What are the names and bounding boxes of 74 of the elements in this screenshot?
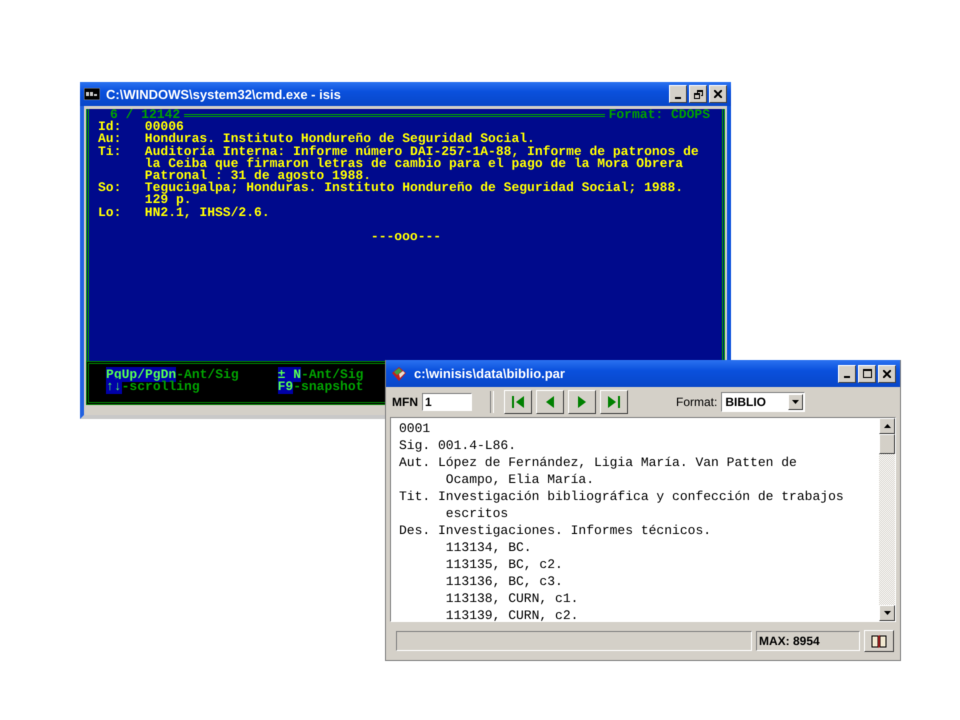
field-value: Honduras. Instituto Hondureño de Seguridad Social.: [144, 133, 535, 146]
close-icon: [714, 90, 722, 98]
field-tag: Sig.: [399, 437, 438, 454]
field-value: la Ceiba que firmaron letras de cambio para el pago de la Mora Obrera: [144, 158, 684, 170]
field-value: 001.4-L86.: [438, 437, 516, 454]
minimize-button[interactable]: [669, 85, 687, 103]
format-label: Format: CDOPS: [608, 109, 710, 122]
app-icon: [390, 364, 408, 382]
shortcut-action: -snapshot: [293, 379, 364, 394]
field-tag: Des.: [399, 522, 438, 539]
field-value: 113139, CURN, c2.: [446, 607, 578, 621]
book-icon: [871, 634, 887, 648]
field-value: Tegucigalpa; Honduras. Instituto Hondureño de Seguridad Social; 1988.: [144, 182, 684, 194]
book-button[interactable]: [864, 630, 894, 652]
field-value: 113136, BC, c3.: [446, 573, 563, 590]
maximize-button[interactable]: [858, 364, 876, 382]
shortcut-key: PgUp/PgDn: [106, 367, 176, 382]
window-title: c:\winisis\data\biblio.par: [414, 366, 566, 381]
minimize-icon: [675, 96, 681, 98]
arrow-down-icon: [884, 611, 890, 615]
arrow-up-icon: [884, 424, 890, 428]
field-value: 113134, BC.: [446, 539, 532, 556]
format-dropdown[interactable]: BIBLIO: [721, 392, 806, 412]
field-value: 129 p.: [144, 194, 192, 207]
field-value: 113135, BC, c2.: [446, 556, 563, 573]
restore-button[interactable]: [689, 85, 707, 103]
shortcut-key: F9: [278, 379, 294, 394]
field-tag: Ti:: [98, 146, 145, 158]
scroll-thumb[interactable]: [879, 434, 895, 454]
skip-back-icon: [511, 395, 525, 409]
field-value: 00006: [144, 121, 184, 134]
triangle-left-icon: [545, 395, 555, 409]
close-icon: [883, 370, 891, 378]
restore-icon: [694, 90, 702, 98]
console-icon: [84, 88, 100, 100]
field-tag: Aut.: [399, 454, 438, 471]
field-tag: Lo:: [98, 206, 145, 219]
triangle-right-icon: [577, 395, 587, 409]
field-value: Investigación bibliográfica y confección de trabajos: [438, 488, 844, 505]
field-value: Ocampo, Elia María.: [446, 471, 594, 488]
maximize-icon: [862, 369, 872, 378]
first-record-button[interactable]: [504, 390, 532, 414]
field-value: Auditoría Interna: Informe número DAI-257-1A-88, Informe de patronos de: [144, 146, 699, 158]
field-tag: So:: [98, 182, 145, 194]
shortcut-action: -Ant/Sig: [176, 367, 239, 382]
skip-forward-icon: [607, 395, 621, 409]
window-title: C:\WINDOWS\system32\cmd.exe - isis: [106, 86, 342, 102]
close-button[interactable]: [878, 364, 896, 382]
field-tag: Tit.: [399, 488, 438, 505]
max-records-label: MAX: 8954: [756, 631, 860, 651]
mfn-field[interactable]: 1: [422, 393, 472, 411]
format-label: Format:: [676, 395, 718, 409]
field-tag: Id:: [98, 121, 145, 134]
next-record-button[interactable]: [568, 390, 596, 414]
field-value: 0001: [399, 420, 430, 437]
field-value: 113138, CURN, c1.: [446, 590, 578, 607]
field-value: Patronal : 31 de agosto 1988.: [144, 170, 372, 182]
field-value: López de Fernández, Ligia María. Van Patten de: [438, 454, 797, 471]
last-record-button[interactable]: [600, 390, 628, 414]
shortcut-key: ↑↓: [106, 379, 122, 394]
field-value: escritos: [446, 505, 508, 522]
field-tag: Au:: [98, 133, 145, 146]
dropdown-arrow-icon: [792, 400, 800, 404]
field-value: Investigaciones. Informes técnicos.: [438, 522, 712, 539]
vertical-scrollbar[interactable]: [879, 418, 895, 621]
mfn-label: MFN: [392, 395, 418, 409]
shortcut-action: -Ant/Sig: [301, 367, 364, 382]
field-value: HN2.1, IHSS/2.6.: [144, 206, 270, 219]
end-marker: ---ooo---: [370, 230, 442, 244]
minimize-button[interactable]: [838, 364, 856, 382]
previous-record-button[interactable]: [536, 390, 564, 414]
shortcut-action: -scrolling: [122, 379, 200, 394]
minimize-icon: [844, 376, 850, 378]
close-button[interactable]: [709, 85, 727, 103]
